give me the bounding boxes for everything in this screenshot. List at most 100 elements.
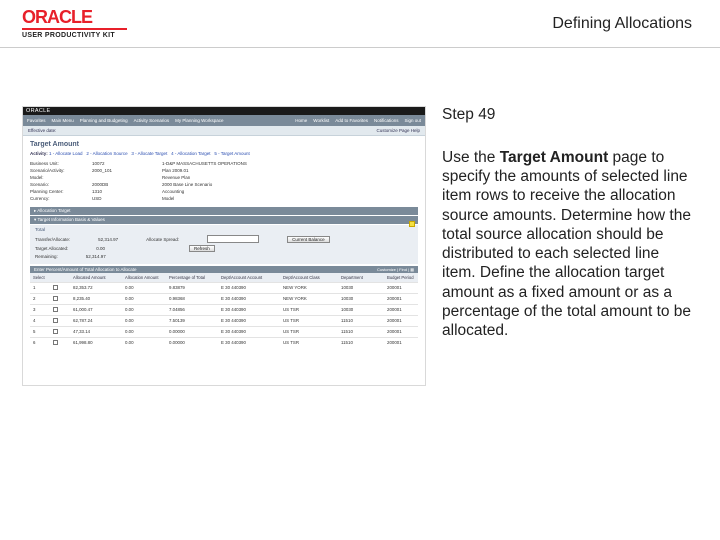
row-cell: 10030 bbox=[341, 307, 385, 313]
ss-nav-item[interactable]: Main Menu bbox=[52, 118, 74, 123]
ss-band-target-info[interactable]: ▾ Target Information Basis & Values bbox=[30, 216, 418, 224]
refresh-button[interactable]: Refresh bbox=[189, 245, 215, 252]
oracle-wordmark: ORACLE bbox=[22, 8, 127, 26]
page-title: Defining Allocations bbox=[552, 15, 692, 33]
content-area: ORACLE Favorites Main Menu Planning and … bbox=[0, 48, 720, 386]
row-cell: 0.00 bbox=[125, 307, 167, 313]
row-cell: 200001 bbox=[387, 285, 426, 291]
table-row: 182,353.720.009.83879E 30 440390NEW YORK… bbox=[30, 282, 418, 293]
ss-crumb-step[interactable]: 2 - Allocation Source bbox=[86, 151, 127, 156]
oracle-logo-block: ORACLE USER PRODUCTIVITY KIT bbox=[22, 8, 127, 39]
ss-rows: 182,353.720.009.83879E 30 440390NEW YORK… bbox=[30, 282, 418, 348]
row-cell: 200001 bbox=[387, 307, 426, 313]
ss-table-tools[interactable]: Customize | Find | ▦ bbox=[377, 267, 414, 272]
row-cell: 7.04856 bbox=[169, 307, 219, 313]
row-cell: 11510 bbox=[341, 329, 385, 335]
ss-field-value: 2000DB bbox=[92, 182, 162, 187]
ss-subbar: Effective date: Customize Page Help bbox=[23, 126, 425, 136]
note-icon[interactable] bbox=[409, 221, 415, 227]
row-cell: 0.00 bbox=[125, 296, 167, 302]
ss-nav-item[interactable]: Planning and Budgeting bbox=[80, 118, 128, 123]
row-cell: 10030 bbox=[341, 296, 385, 302]
ss-nav-item[interactable]: Home bbox=[295, 118, 307, 123]
embedded-screenshot: ORACLE Favorites Main Menu Planning and … bbox=[22, 106, 426, 386]
ss-col[interactable]: Percentage of Total bbox=[169, 275, 219, 280]
row-cell: 9.83879 bbox=[169, 285, 219, 291]
row-cell: 0.00 bbox=[125, 329, 167, 335]
ss-field-value bbox=[92, 175, 162, 180]
row-cell: E 30 440390 bbox=[221, 307, 281, 313]
row-index: 5 bbox=[33, 329, 51, 335]
ss-field-value: Accounting bbox=[162, 189, 342, 194]
ss-col[interactable]: Allocated Amount bbox=[73, 275, 123, 280]
row-checkbox[interactable] bbox=[53, 307, 71, 313]
ss-col-headers: Select Allocated Amount Allocation Amoun… bbox=[30, 273, 418, 282]
ss-band-allocation-target[interactable]: ▸ Allocation Target bbox=[30, 207, 418, 215]
row-checkbox[interactable] bbox=[53, 318, 71, 324]
row-cell: 200001 bbox=[387, 329, 426, 335]
ss-crumb-step[interactable]: 3 - Allocate Target bbox=[131, 151, 167, 156]
ss-col[interactable]: Budget Period bbox=[387, 275, 426, 280]
ss-col[interactable]: Dept/Account Account bbox=[221, 275, 281, 280]
ss-col[interactable]: Department bbox=[341, 275, 385, 280]
row-cell: NEW YORK bbox=[283, 285, 339, 291]
ss-col[interactable]: Select bbox=[33, 275, 51, 280]
ss-total-label: Total bbox=[35, 228, 413, 233]
row-index: 1 bbox=[33, 285, 51, 291]
ss-col[interactable]: Allocation Amount bbox=[125, 275, 167, 280]
row-checkbox[interactable] bbox=[53, 285, 71, 291]
ss-field-label: Scenario/Activity: bbox=[30, 168, 92, 173]
row-cell: E 30 440390 bbox=[221, 285, 281, 291]
row-cell: 61,000.47 bbox=[73, 307, 123, 313]
ss-nav-item[interactable]: Add to Favorites bbox=[335, 118, 368, 123]
ss-brand-bar: ORACLE bbox=[23, 107, 425, 115]
row-cell: E 30 440390 bbox=[221, 296, 281, 302]
row-cell: US TSR bbox=[283, 340, 339, 346]
ss-value: 52,314.97 bbox=[86, 254, 106, 259]
row-cell: 11510 bbox=[341, 340, 385, 346]
row-cell: E 30 440390 bbox=[221, 318, 281, 324]
ss-nav-item[interactable]: Activity Scenarios bbox=[134, 118, 170, 123]
row-checkbox[interactable] bbox=[53, 340, 71, 346]
ss-crumb-step[interactable]: 1 - Allocate Load bbox=[49, 151, 83, 156]
ss-nav-item[interactable]: Notifications bbox=[374, 118, 399, 123]
ss-subbar-right[interactable]: Customize Page Help bbox=[376, 128, 420, 133]
ss-crumb-prefix: Activity: bbox=[30, 151, 48, 156]
row-cell: 47,33.14 bbox=[73, 329, 123, 335]
ss-nav-item[interactable]: My Planning Workspace bbox=[175, 118, 223, 123]
ss-crumb-step[interactable]: 4 - Allocation Target bbox=[171, 151, 210, 156]
row-cell: E 30 440390 bbox=[221, 329, 281, 335]
instruction-panel: Step 49 Use the Target Amount page to sp… bbox=[442, 106, 694, 340]
desc-pre: Use the bbox=[442, 149, 500, 166]
row-checkbox[interactable] bbox=[53, 296, 71, 302]
ss-body: Target Amount Activity: 1 - Allocate Loa… bbox=[23, 136, 425, 353]
row-cell: 0.00000 bbox=[169, 340, 219, 346]
ss-field-value: Revenue Plan bbox=[162, 175, 342, 180]
row-cell: 0.00000 bbox=[169, 329, 219, 335]
current-balance-button[interactable]: Current Balance bbox=[287, 236, 330, 243]
row-cell: 61,998.80 bbox=[73, 340, 123, 346]
row-cell: US TSR bbox=[283, 307, 339, 313]
ss-nav-item[interactable]: Sign out bbox=[404, 118, 421, 123]
ss-band-label: Allocation Target bbox=[37, 208, 70, 213]
ss-col[interactable]: Dept/Account Class bbox=[283, 275, 339, 280]
row-cell: 200001 bbox=[387, 340, 426, 346]
row-checkbox[interactable] bbox=[53, 329, 71, 335]
table-row: 661,998.800.000.00000E 30 440390US TSR11… bbox=[30, 337, 418, 348]
ss-nav-item[interactable]: Favorites bbox=[27, 118, 46, 123]
row-cell: 62,787.24 bbox=[73, 318, 123, 324]
allocate-spread-input[interactable] bbox=[207, 235, 259, 243]
ss-label: Allocate Spread: bbox=[146, 237, 179, 242]
ss-field-value: 2000_101 bbox=[92, 168, 162, 173]
ss-label: Target Allocated: bbox=[35, 246, 68, 251]
row-index: 2 bbox=[33, 296, 51, 302]
ss-table-title: Enter Percent/Amount of Total Allocation… bbox=[30, 266, 418, 273]
desc-post: page to specify the amounts of selected … bbox=[442, 149, 691, 339]
ss-field-value: Model bbox=[162, 196, 342, 201]
ss-nav-item[interactable]: Worklist bbox=[313, 118, 329, 123]
ss-crumb-step[interactable]: 5 - Target Amount bbox=[214, 151, 249, 156]
ss-page-heading: Target Amount bbox=[30, 141, 418, 148]
page-header: ORACLE USER PRODUCTIVITY KIT Defining Al… bbox=[0, 0, 720, 48]
row-cell: 200001 bbox=[387, 296, 426, 302]
row-cell: US TSR bbox=[283, 329, 339, 335]
